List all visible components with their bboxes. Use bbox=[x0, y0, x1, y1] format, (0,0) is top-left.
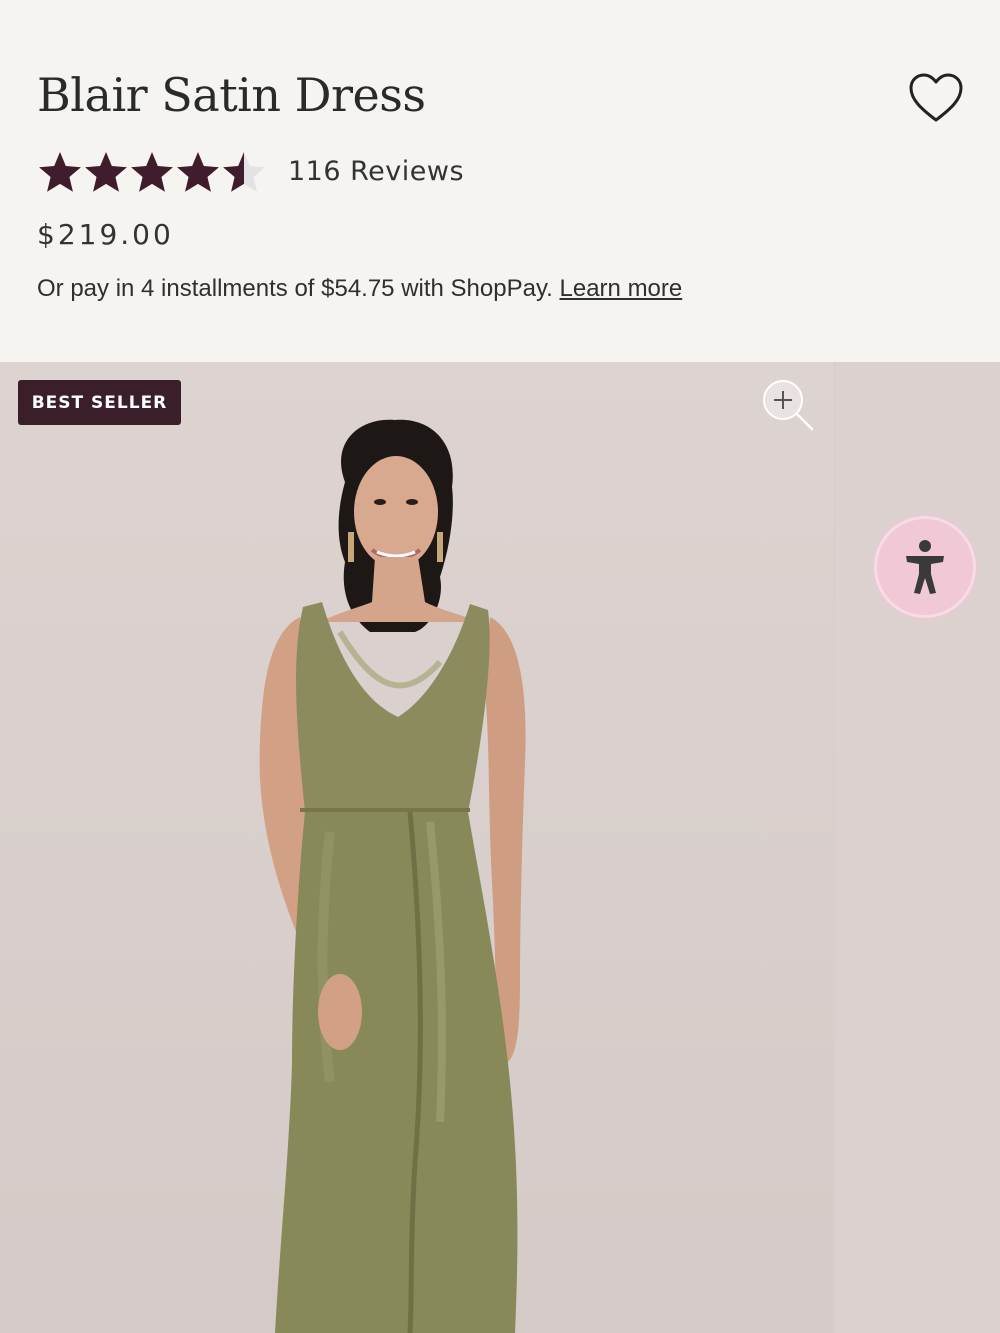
product-title: Blair Satin Dress bbox=[37, 68, 426, 122]
star-rating-graphic bbox=[39, 152, 265, 192]
product-header: Blair Satin Dress 116 Reviews $219.00 Or… bbox=[0, 0, 1000, 362]
product-photo[interactable]: BEST SELLER bbox=[0, 362, 833, 1333]
accessibility-icon bbox=[906, 540, 944, 594]
star-icon bbox=[39, 152, 81, 192]
star-icon bbox=[85, 152, 127, 192]
product-price: $219.00 bbox=[37, 218, 174, 251]
star-icon bbox=[177, 152, 219, 192]
heart-icon[interactable] bbox=[906, 70, 966, 126]
accessibility-button[interactable] bbox=[874, 516, 976, 618]
stars-container bbox=[37, 150, 269, 196]
zoom-plus-icon[interactable] bbox=[760, 377, 816, 433]
best-seller-badge: BEST SELLER bbox=[18, 380, 181, 425]
star-icon bbox=[131, 152, 173, 192]
installments-label: Or pay in 4 installments of $54.75 with … bbox=[37, 275, 553, 302]
model-image bbox=[259, 419, 526, 1333]
reviews-link[interactable]: 116 Reviews bbox=[288, 156, 464, 187]
star-icon bbox=[223, 152, 265, 192]
installments-text: Or pay in 4 installments of $54.75 with … bbox=[37, 275, 682, 303]
product-gallery[interactable]: BEST SELLER bbox=[0, 362, 1000, 1333]
next-photo-peek[interactable] bbox=[836, 362, 1000, 1333]
learn-more-link[interactable]: Learn more bbox=[560, 275, 683, 302]
star-rating[interactable] bbox=[37, 150, 269, 196]
